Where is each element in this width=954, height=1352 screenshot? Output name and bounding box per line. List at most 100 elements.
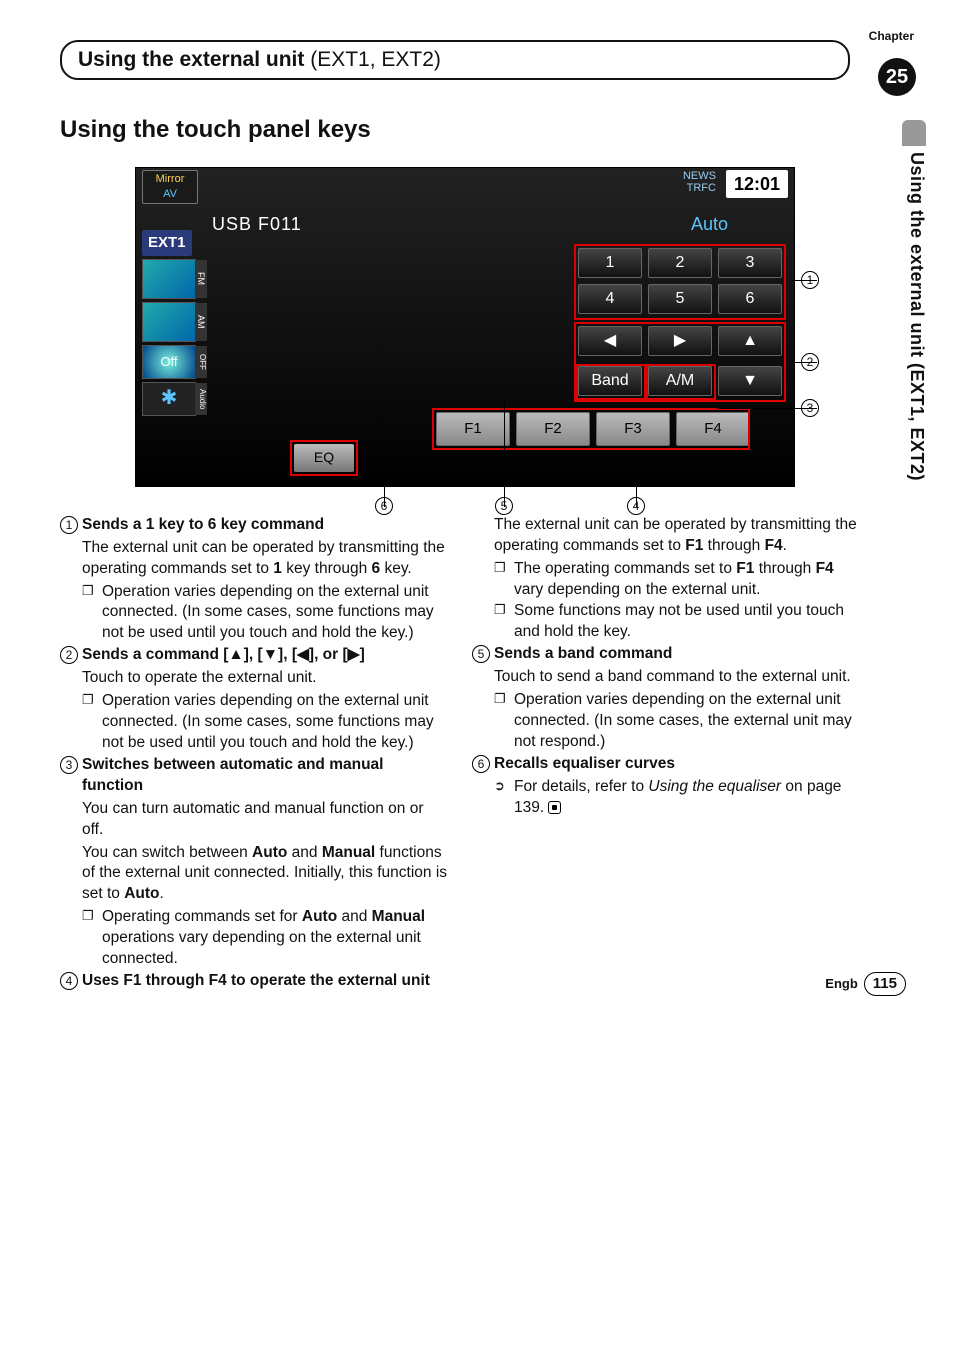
trfc-label: TRFC <box>683 182 716 194</box>
callout-6: 6 <box>375 497 397 515</box>
section-title: Using the touch panel keys <box>60 114 914 146</box>
audio-tab: Audio <box>195 383 207 415</box>
item-3: 3 Switches between automatic and manual … <box>60 755 448 797</box>
item-6-title: Recalls equaliser curves <box>494 754 860 775</box>
header-title: Using the external unit (EXT1, EXT2) <box>78 46 832 74</box>
device-screenshot: Mirror AV NEWS TRFC 12:01 USB F011 Auto … <box>135 167 795 487</box>
am-source-button[interactable]: AM <box>142 302 196 342</box>
end-mark-icon <box>548 801 561 814</box>
item-2-num: 2 <box>60 646 78 664</box>
off-button[interactable]: OffOFF <box>142 345 196 379</box>
clock: 12:01 <box>726 170 788 198</box>
arrow-row: ◀ ▶ ▲ <box>578 326 782 356</box>
key-3[interactable]: 3 <box>718 248 782 278</box>
key-1[interactable]: 1 <box>578 248 642 278</box>
mirror-av-button[interactable]: Mirror AV <box>142 170 198 204</box>
item-6-sub1: For details, refer to Using the equalise… <box>514 777 860 819</box>
item-1-text: The external unit can be operated by tra… <box>82 538 448 580</box>
bullet-icon: ❐ <box>494 690 514 753</box>
key-6[interactable]: 6 <box>718 284 782 314</box>
key-am-mode[interactable]: A/M <box>648 366 712 396</box>
key-4[interactable]: 4 <box>578 284 642 314</box>
bluetooth-button[interactable]: ✱Audio <box>142 382 196 416</box>
item-5: 5 Sends a band command <box>472 644 860 665</box>
key-f1[interactable]: F1 <box>436 412 510 446</box>
item-1-sub1: Operation varies depending on the extern… <box>102 582 448 645</box>
key-f2[interactable]: F2 <box>516 412 590 446</box>
chapter-number-badge: 25 <box>878 58 916 96</box>
item-4-sub1: The operating commands set to F1 through… <box>514 559 860 601</box>
bullet-icon: ❐ <box>494 601 514 643</box>
item-4: 4 Uses F1 through F4 to operate the exte… <box>60 971 448 992</box>
item-1-title: Sends a 1 key to 6 key command <box>82 515 448 536</box>
item-6-num: 6 <box>472 755 490 773</box>
number-key-grid: 1 2 3 4 5 6 <box>578 248 782 314</box>
key-2[interactable]: 2 <box>648 248 712 278</box>
am-tab: AM <box>195 303 207 341</box>
eq-button[interactable]: EQ <box>294 444 354 472</box>
leader-2 <box>791 362 817 363</box>
bluetooth-icon: ✱ <box>161 385 178 412</box>
bullet-icon: ❐ <box>494 559 514 601</box>
bullet-icon: ❐ <box>82 691 102 754</box>
auto-label: Auto <box>691 212 728 236</box>
item-3-p1: You can turn automatic and manual functi… <box>82 799 448 841</box>
item-4-num: 4 <box>60 972 78 990</box>
item-5-text: Touch to send a band command to the exte… <box>494 667 860 688</box>
item-3-sub1: Operating commands set for Auto and Manu… <box>102 907 448 970</box>
ext1-badge: EXT1 <box>142 230 192 256</box>
bullet-icon: ❐ <box>82 907 102 970</box>
key-f4[interactable]: F4 <box>676 412 750 446</box>
item-4-sub2: Some functions may not be used until you… <box>514 601 860 643</box>
item-5-num: 5 <box>472 645 490 663</box>
item-4-title: Uses F1 through F4 to operate the extern… <box>82 971 448 992</box>
column-left: 1 Sends a 1 key to 6 key command The ext… <box>60 515 448 994</box>
link-icon: ➲ <box>494 777 514 819</box>
chapter-label: Chapter <box>869 28 914 44</box>
fm-tab: FM <box>195 260 207 298</box>
item-2-text: Touch to operate the external unit. <box>82 668 448 689</box>
item-2: 2 Sends a command [▲], [▼], [◀], or [▶] <box>60 645 448 666</box>
body-columns: 1 Sends a 1 key to 6 key command The ext… <box>60 515 860 994</box>
column-right: The external unit can be operated by tra… <box>472 515 860 994</box>
key-left[interactable]: ◀ <box>578 326 642 356</box>
leader-6 <box>384 477 385 507</box>
leader-4 <box>636 451 637 507</box>
key-5[interactable]: 5 <box>648 284 712 314</box>
fm-source-button[interactable]: FM <box>142 259 196 299</box>
off-tab: OFF <box>195 346 207 378</box>
key-down[interactable]: ▼ <box>718 366 782 396</box>
mirror-label: Mirror <box>156 172 185 187</box>
item-3-title: Switches between automatic and manual fu… <box>82 755 448 797</box>
leader-5 <box>504 399 505 507</box>
leader-1 <box>791 280 817 281</box>
key-band[interactable]: Band <box>578 366 642 396</box>
key-f3[interactable]: F3 <box>596 412 670 446</box>
item-1-num: 1 <box>60 516 78 534</box>
footer: Engb 115 <box>825 972 906 996</box>
key-up[interactable]: ▲ <box>718 326 782 356</box>
item-5-sub1: Operation varies depending on the extern… <box>514 690 860 753</box>
callout-4: 4 <box>627 497 649 515</box>
callout-5: 5 <box>495 497 517 515</box>
page-number: 115 <box>864 972 906 996</box>
source-label: USB F011 <box>212 212 302 236</box>
screenshot-wrap: Mirror AV NEWS TRFC 12:01 USB F011 Auto … <box>135 167 795 487</box>
header-bar: Using the external unit (EXT1, EXT2) <box>60 40 850 80</box>
item-5-title: Sends a band command <box>494 644 860 665</box>
header-title-main: Using the external unit <box>78 48 310 71</box>
off-label: Off <box>160 353 177 371</box>
av-label: AV <box>163 187 177 202</box>
band-row: Band A/M ▼ <box>578 366 782 396</box>
item-2-sub1: Operation varies depending on the extern… <box>102 691 448 754</box>
item-1: 1 Sends a 1 key to 6 key command <box>60 515 448 536</box>
header-title-sub: (EXT1, EXT2) <box>310 48 441 71</box>
function-row: F1 F2 F3 F4 <box>436 412 750 446</box>
left-column: EXT1 FM AM OffOFF ✱Audio <box>142 230 204 416</box>
leader-3 <box>717 408 817 409</box>
item-4-text: The external unit can be operated by tra… <box>494 515 860 557</box>
item-6: 6 Recalls equaliser curves <box>472 754 860 775</box>
key-right[interactable]: ▶ <box>648 326 712 356</box>
side-tab <box>902 120 926 146</box>
vertical-title: Using the external unit (EXT1, EXT2) <box>905 152 929 481</box>
